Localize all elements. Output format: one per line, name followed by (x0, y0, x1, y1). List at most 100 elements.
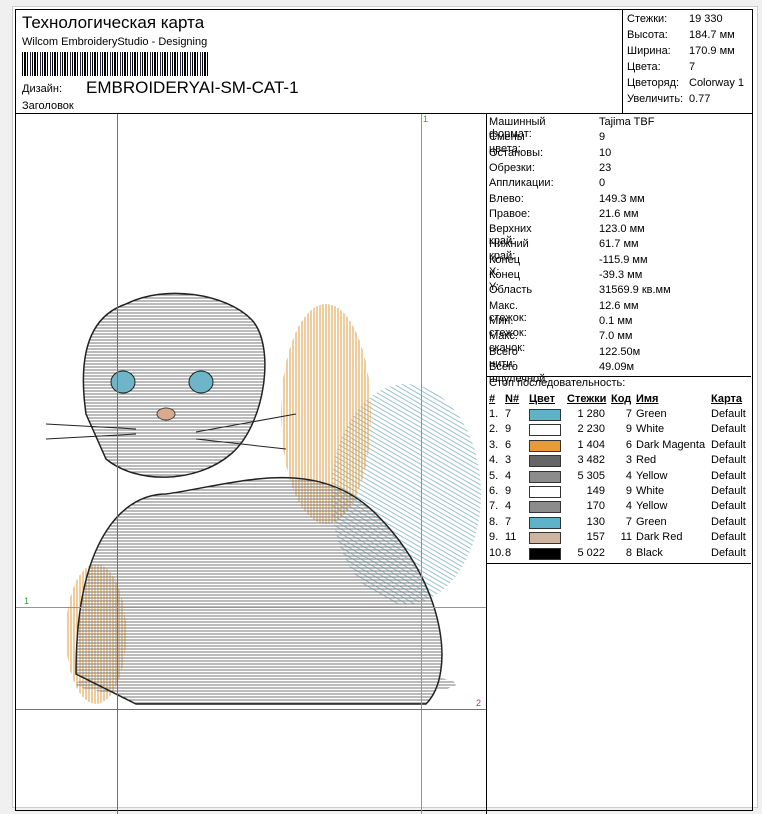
stitch-count: 2 230 (577, 423, 605, 436)
worksheet-page: Технологическая карта Wilcom EmbroideryS… (12, 6, 758, 814)
row-number: 2. (489, 423, 499, 436)
stat-value: 184.7 мм (689, 29, 735, 41)
color-swatch (529, 547, 561, 560)
color-code: 4 (625, 500, 632, 513)
stat-value: 7 (689, 61, 696, 73)
stat-value: Colorway 1 (689, 77, 745, 89)
chart-name: Default (711, 423, 746, 436)
color-swatch (529, 486, 561, 498)
color-code: 3 (625, 454, 632, 467)
heading-label: Заголовок (22, 100, 74, 112)
column-header-name: Имя (636, 393, 659, 405)
stitch-count: 157 (586, 531, 605, 544)
column-header-n: N# (505, 393, 520, 405)
color-swatch (529, 409, 561, 421)
color-name: Yellow (636, 469, 668, 482)
guide-line-red-horizontal (16, 709, 486, 710)
guide-label-h1: 1 (24, 596, 30, 606)
needle-number: 9 (505, 423, 512, 436)
column-header-color: Цвет (529, 393, 556, 405)
info-value: 0.1 мм (599, 314, 633, 327)
info-label: Правое: (489, 207, 531, 220)
needle-number: 7 (505, 515, 512, 528)
color-swatch (529, 516, 561, 529)
color-code: 7 (625, 515, 632, 528)
info-label: Обрезки: (489, 161, 535, 174)
header: Технологическая карта Wilcom EmbroideryS… (16, 10, 752, 114)
info-value: 0 (599, 177, 606, 190)
needle-number: 4 (505, 500, 512, 513)
stitch-count: 3 482 (577, 454, 605, 467)
needle-number: 6 (505, 438, 512, 451)
row-number: 10. (489, 546, 505, 559)
color-swatch (529, 532, 561, 545)
stitch-count: 5 022 (577, 546, 605, 559)
color-swatch (529, 501, 561, 514)
color-code: 9 (625, 423, 632, 436)
guide-label-v1: 1 (423, 114, 429, 124)
chart-name: Default (711, 531, 746, 544)
color-swatch (529, 470, 561, 483)
row-number: 8. (489, 515, 499, 528)
summary-stats: Стежки: 19 330 Высота: 184.7 мм Ширина: 170.9… (622, 10, 753, 113)
row-number: 7. (489, 500, 499, 513)
column-header-num: # (489, 393, 496, 405)
info-value: 10 (599, 146, 612, 159)
stat-value: 170.9 мм (689, 45, 735, 57)
column-header-chart: Карта (711, 393, 743, 405)
stitch-count: 170 (586, 500, 605, 513)
color-swatch (529, 424, 561, 437)
color-name: Green (636, 515, 667, 528)
chart-name: Default (711, 546, 746, 559)
design-label: Дизайн: (22, 83, 63, 95)
stop-sequence-table: Стоп последовательность: # N# Цвет Стежки Ко… (487, 376, 751, 564)
stitch-count: 149 (586, 485, 605, 497)
info-value: 23 (599, 161, 612, 174)
stitch-count: 1 280 (577, 408, 605, 420)
stat-label: Увеличить: (627, 93, 684, 105)
info-label: Влево: (489, 192, 524, 205)
info-value: -39.3 мм (599, 269, 643, 281)
info-value: Tajima TBF (599, 116, 655, 128)
info-value: 9 (599, 131, 606, 144)
chart-name: Default (711, 500, 746, 513)
color-name: White (636, 485, 665, 497)
info-value: 122.50м (599, 345, 641, 358)
stat-value: 19 330 (689, 13, 723, 25)
color-code: 4 (625, 469, 632, 482)
color-name: Yellow (636, 500, 668, 513)
needle-number: 7 (505, 408, 512, 420)
info-value: -115.9 мм (599, 253, 648, 266)
chart-name: Default (711, 469, 746, 482)
info-value: 149.3 мм (599, 192, 645, 205)
info-label: Аппликации: (489, 177, 554, 190)
info-value: 12.6 мм (599, 299, 639, 312)
chart-name: Default (711, 408, 746, 420)
page-title: Технологическая карта (22, 13, 205, 32)
stat-label: Стежки: (627, 13, 668, 25)
stitch-count: 130 (586, 515, 605, 528)
stat-label: Ширина: (627, 45, 671, 57)
color-code: 8 (625, 546, 632, 559)
info-value: 123.0 мм (599, 223, 645, 236)
color-code: 9 (625, 485, 632, 497)
stat-value: 0.77 (689, 93, 711, 105)
color-name: Dark Red (636, 531, 683, 544)
color-name: Green (636, 408, 667, 420)
guide-label-h2: 2 (476, 698, 482, 708)
row-number: 3. (489, 438, 499, 451)
chart-name: Default (711, 438, 746, 451)
color-swatch (529, 439, 561, 452)
chart-name: Default (711, 515, 746, 528)
color-code: 11 (620, 531, 632, 544)
guide-line-green-horizontal (16, 607, 486, 608)
stitch-count: 5 305 (577, 469, 605, 482)
info-value: 49.09м (599, 360, 635, 373)
needle-number: 4 (505, 469, 512, 482)
info-label: Всего шпулечной: (489, 360, 549, 385)
chart-name: Default (711, 454, 746, 467)
color-swatch (529, 455, 561, 468)
info-label: Область (489, 284, 533, 297)
color-name: White (636, 423, 665, 436)
stitch-count: 1 404 (577, 438, 605, 451)
